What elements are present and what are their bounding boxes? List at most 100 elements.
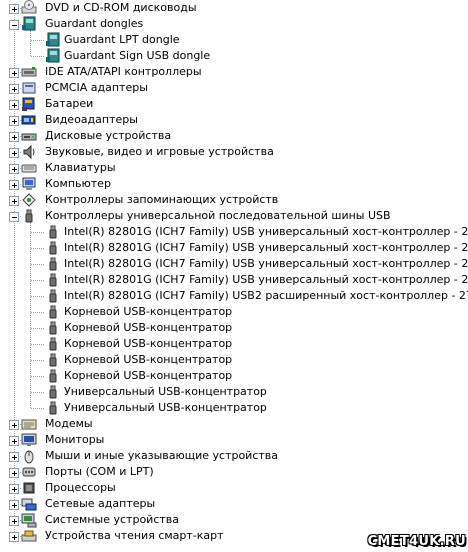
dongle-icon bbox=[21, 16, 37, 32]
tree-category[interactable]: Батареи bbox=[0, 96, 468, 112]
expand-toggle[interactable] bbox=[9, 132, 19, 142]
expand-toggle[interactable] bbox=[9, 4, 19, 14]
tree-connector bbox=[31, 376, 44, 377]
expand-toggle[interactable] bbox=[9, 484, 19, 494]
expand-toggle[interactable] bbox=[9, 516, 19, 526]
tree-device[interactable]: Guardant LPT dongle bbox=[0, 32, 468, 48]
tree-item-label: Процессоры bbox=[45, 481, 116, 494]
tree-item-label: Сетевые адаптеры bbox=[45, 497, 156, 510]
processor-icon bbox=[21, 480, 37, 496]
usb-icon bbox=[21, 208, 37, 224]
monitor-icon bbox=[21, 432, 37, 448]
expand-toggle[interactable] bbox=[9, 500, 19, 510]
tree-connector bbox=[31, 264, 44, 265]
tree-device[interactable]: Intel(R) 82801G (ICH7 Family) USB универ… bbox=[0, 240, 468, 256]
tree-item-label: Универсальный USB-концентратор bbox=[64, 401, 267, 414]
expand-toggle[interactable] bbox=[9, 436, 19, 446]
expand-toggle[interactable] bbox=[9, 196, 19, 206]
tree-category[interactable]: Сетевые адаптеры bbox=[0, 496, 468, 512]
tree-category[interactable]: Системные устройства bbox=[0, 512, 468, 528]
usb-icon bbox=[45, 224, 61, 240]
tree-category[interactable]: Guardant dongles bbox=[0, 16, 468, 32]
tree-device[interactable]: Универсальный USB-концентратор bbox=[0, 384, 468, 400]
usb-icon bbox=[45, 384, 61, 400]
tree-category[interactable]: Мыши и иные указывающие устройства bbox=[0, 448, 468, 464]
tree-item-label: Корневой USB-концентратор bbox=[64, 353, 233, 366]
expand-toggle[interactable] bbox=[9, 180, 19, 190]
tree-device[interactable]: Intel(R) 82801G (ICH7 Family) USB универ… bbox=[0, 224, 468, 240]
tree-item-label: Контроллеры запоминающих устройств bbox=[45, 193, 279, 206]
keyboard-icon bbox=[21, 160, 37, 176]
tree-item-label: Guardant Sign USB dongle bbox=[64, 49, 211, 62]
tree-device[interactable]: Корневой USB-концентратор bbox=[0, 304, 468, 320]
tree-device[interactable]: Intel(R) 82801G (ICH7 Family) USB универ… bbox=[0, 256, 468, 272]
usb-icon bbox=[45, 256, 61, 272]
tree-category[interactable]: Процессоры bbox=[0, 480, 468, 496]
tree-item-label: Клавиатуры bbox=[45, 161, 116, 174]
expand-toggle[interactable] bbox=[9, 420, 19, 430]
tree-item-label: Мониторы bbox=[45, 433, 105, 446]
usb-icon bbox=[45, 352, 61, 368]
tree-connector bbox=[31, 232, 44, 233]
tree-category[interactable]: Дисковые устройства bbox=[0, 128, 468, 144]
usb-icon bbox=[45, 320, 61, 336]
tree-category[interactable]: Контроллеры универсальной последовательн… bbox=[0, 208, 468, 224]
expand-toggle[interactable] bbox=[9, 164, 19, 174]
tree-item-label: Intel(R) 82801G (ICH7 Family) USB универ… bbox=[64, 257, 468, 270]
tree-connector bbox=[31, 312, 44, 313]
ide-controller-icon bbox=[21, 64, 37, 80]
tree-device[interactable]: Корневой USB-концентратор bbox=[0, 320, 468, 336]
tree-connector bbox=[31, 280, 44, 281]
tree-category[interactable]: DVD и CD-ROM дисководы bbox=[0, 0, 468, 16]
network-adapter-icon bbox=[21, 496, 37, 512]
tree-category[interactable]: Клавиатуры bbox=[0, 160, 468, 176]
tree-category[interactable]: Мониторы bbox=[0, 432, 468, 448]
watermark: CMET4UK.RU bbox=[367, 534, 466, 549]
tree-item-label: Видеоадаптеры bbox=[45, 113, 138, 126]
tree-item-label: Корневой USB-концентратор bbox=[64, 369, 233, 382]
tree-category[interactable]: Компьютер bbox=[0, 176, 468, 192]
tree-category[interactable]: PCMCIA адаптеры bbox=[0, 80, 468, 96]
tree-category[interactable]: Видеоадаптеры bbox=[0, 112, 468, 128]
tree-item-label: Устройства чтения смарт-карт bbox=[45, 529, 224, 542]
storage-controller-icon bbox=[21, 192, 37, 208]
expand-toggle[interactable] bbox=[9, 148, 19, 158]
tree-connector bbox=[31, 296, 44, 297]
expand-toggle[interactable] bbox=[9, 452, 19, 462]
dvd-drive-icon bbox=[21, 0, 37, 16]
tree-category[interactable]: IDE ATA/ATAPI контроллеры bbox=[0, 64, 468, 80]
tree-device[interactable]: Корневой USB-концентратор bbox=[0, 352, 468, 368]
tree-device[interactable]: Корневой USB-концентратор bbox=[0, 336, 468, 352]
collapse-toggle[interactable] bbox=[9, 212, 19, 222]
tree-device[interactable]: Intel(R) 82801G (ICH7 Family) USB универ… bbox=[0, 272, 468, 288]
dongle-icon bbox=[45, 48, 61, 64]
tree-device[interactable]: Guardant Sign USB dongle bbox=[0, 48, 468, 64]
tree-category[interactable]: Модемы bbox=[0, 416, 468, 432]
dongle-icon bbox=[45, 32, 61, 48]
tree-category[interactable]: Звуковые, видео и игровые устройства bbox=[0, 144, 468, 160]
computer-icon bbox=[21, 176, 37, 192]
tree-device[interactable]: Корневой USB-концентратор bbox=[0, 368, 468, 384]
expand-toggle[interactable] bbox=[9, 532, 19, 542]
expand-toggle[interactable] bbox=[9, 116, 19, 126]
tree-item-label: Guardant LPT dongle bbox=[64, 33, 180, 46]
tree-item-label: Универсальный USB-концентратор bbox=[64, 385, 267, 398]
tree-item-label: Батареи bbox=[45, 97, 94, 110]
tree-device[interactable]: Универсальный USB-концентратор bbox=[0, 400, 468, 416]
tree-category[interactable]: Контроллеры запоминающих устройств bbox=[0, 192, 468, 208]
tree-device[interactable]: Intel(R) 82801G (ICH7 Family) USB2 расши… bbox=[0, 288, 468, 304]
tree-connector bbox=[31, 408, 44, 409]
battery-icon bbox=[21, 96, 37, 112]
tree-item-label: Guardant dongles bbox=[45, 17, 144, 30]
expand-toggle[interactable] bbox=[9, 68, 19, 78]
collapse-toggle[interactable] bbox=[9, 20, 19, 30]
expand-toggle[interactable] bbox=[9, 84, 19, 94]
usb-icon bbox=[45, 288, 61, 304]
usb-icon bbox=[45, 368, 61, 384]
tree-category[interactable]: Порты (COM и LPT) bbox=[0, 464, 468, 480]
tree-item-label: Контроллеры универсальной последовательн… bbox=[45, 209, 391, 222]
expand-toggle[interactable] bbox=[9, 100, 19, 110]
smart-card-reader-icon bbox=[21, 528, 37, 544]
tree-item-label: IDE ATA/ATAPI контроллеры bbox=[45, 65, 202, 78]
expand-toggle[interactable] bbox=[9, 468, 19, 478]
